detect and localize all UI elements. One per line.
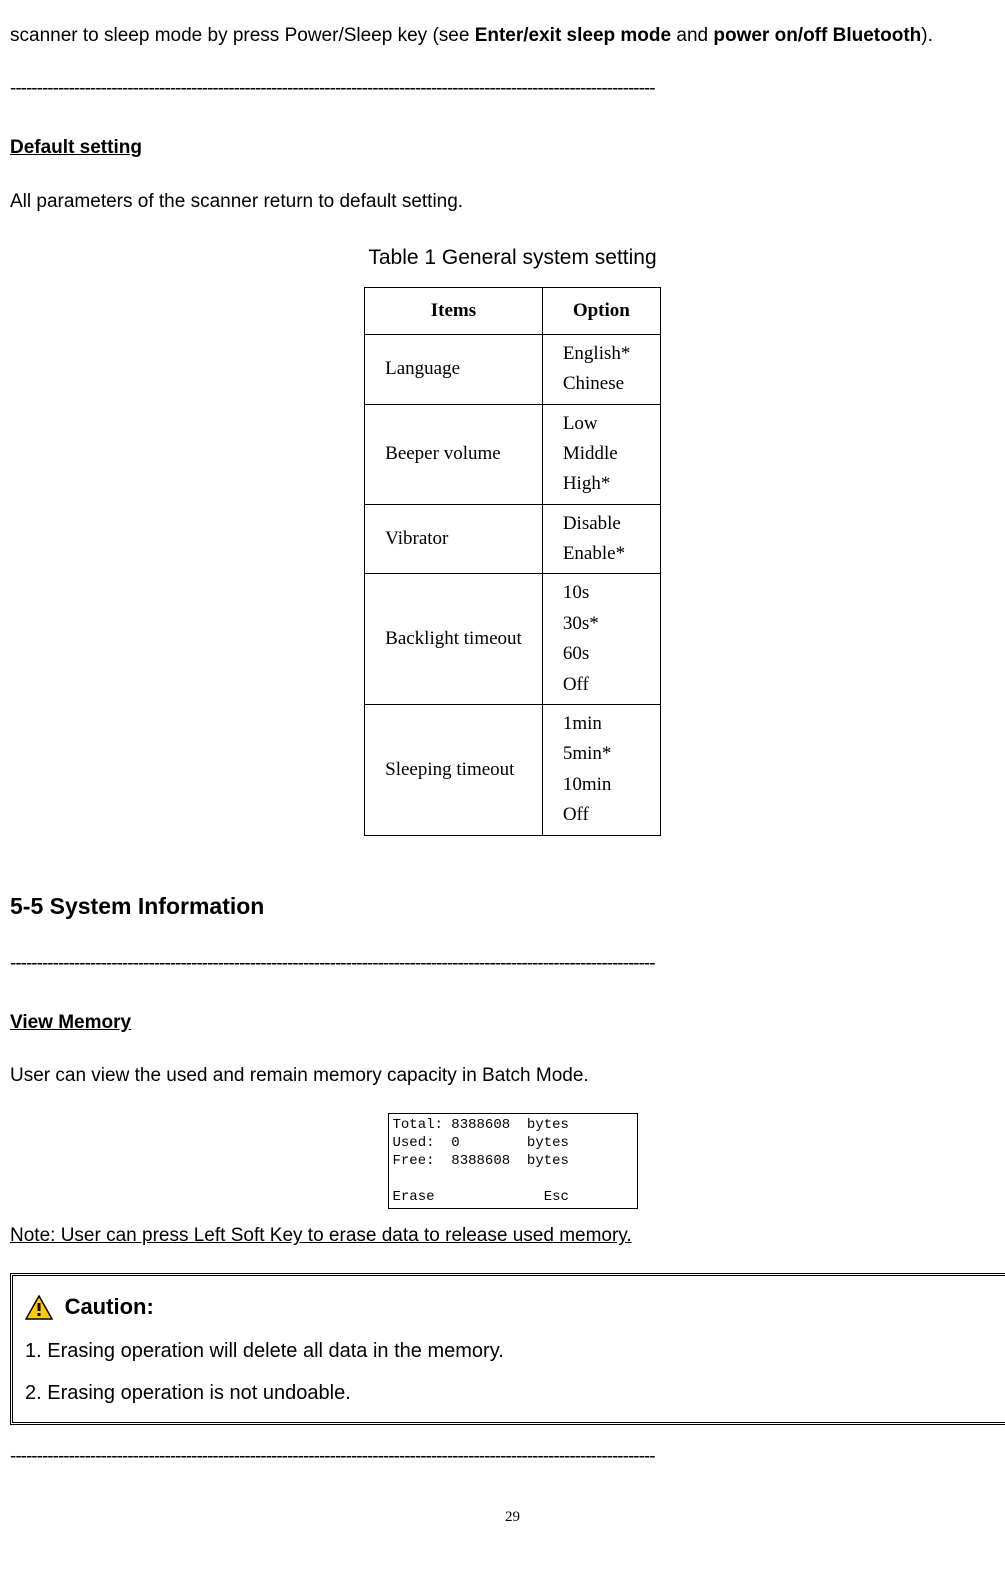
memory-actions: Erase Esc (393, 1189, 569, 1205)
table-item: Backlight timeout (365, 574, 543, 705)
table-option: 1min (563, 709, 640, 739)
table-options: Low Middle High* (542, 404, 660, 504)
table-item: Sleeping timeout (365, 705, 543, 836)
table-option: 30s* (563, 609, 640, 639)
table-option: Disable (563, 509, 640, 539)
table-option: 10s (563, 578, 640, 608)
table-header-option: Option (542, 287, 660, 334)
table-item: Vibrator (365, 504, 543, 574)
caution-title: Caution: (65, 1284, 154, 1330)
memory-free: Free: 8388608 bytes (393, 1153, 569, 1169)
table-item: Language (365, 334, 543, 404)
intro-bold-2: power on/off Bluetooth (713, 25, 921, 46)
table-option: Off (563, 670, 640, 700)
caution-box: Caution: 1. Erasing operation will delet… (10, 1273, 1005, 1425)
table-options: 1min 5min* 10min Off (542, 705, 660, 836)
table-option: Middle (563, 439, 640, 469)
table-option: English* (563, 339, 640, 369)
memory-used: Used: 0 bytes (393, 1135, 569, 1151)
table-caption: Table 1 General system setting (10, 239, 1005, 277)
intro-prefix: scanner to sleep mode by press Power/Sle… (10, 25, 475, 46)
table-item: Beeper volume (365, 404, 543, 504)
intro-suffix: ). (921, 25, 933, 46)
separator-1: ----------------------------------------… (10, 72, 1005, 106)
table-option: Enable* (563, 539, 640, 569)
table-options: English* Chinese (542, 334, 660, 404)
settings-table: Items Option Language English* Chinese B… (364, 287, 661, 836)
table-row: Vibrator Disable Enable* (365, 504, 661, 574)
view-memory-heading: View Memory (10, 1006, 1005, 1040)
table-row: Beeper volume Low Middle High* (365, 404, 661, 504)
table-row: Sleeping timeout 1min 5min* 10min Off (365, 705, 661, 836)
section-5-5-heading: 5-5 System Information (10, 886, 1005, 927)
view-memory-note: Note: User can press Left Soft Key to er… (10, 1219, 1005, 1253)
table-option: 10min (563, 770, 640, 800)
default-setting-desc: All parameters of the scanner return to … (10, 185, 1005, 219)
intro-bold-1: Enter/exit sleep mode (475, 25, 671, 46)
memory-display-box: Total: 8388608 bytes Used: 0 bytes Free:… (388, 1113, 638, 1210)
caution-header: Caution: (25, 1284, 1000, 1330)
table-option: Low (563, 409, 640, 439)
intro-paragraph: scanner to sleep mode by press Power/Sle… (10, 19, 1005, 53)
memory-total: Total: 8388608 bytes (393, 1117, 569, 1133)
caution-item-1: 1. Erasing operation will delete all dat… (25, 1330, 1000, 1372)
memory-blank (393, 1171, 401, 1187)
warning-icon (25, 1294, 53, 1320)
table-row: Backlight timeout 10s 30s* 60s Off (365, 574, 661, 705)
default-setting-heading: Default setting (10, 131, 1005, 165)
table-option: Chinese (563, 369, 640, 399)
table-options: 10s 30s* 60s Off (542, 574, 660, 705)
table-option: High* (563, 469, 640, 499)
table-option: 5min* (563, 739, 640, 769)
intro-mid: and (671, 25, 713, 46)
separator-3: ----------------------------------------… (10, 1440, 1005, 1474)
page-number: 29 (10, 1504, 1005, 1531)
separator-2: ----------------------------------------… (10, 947, 1005, 981)
view-memory-desc: User can view the used and remain memory… (10, 1059, 1005, 1093)
table-row: Language English* Chinese (365, 334, 661, 404)
caution-item-2: 2. Erasing operation is not undoable. (25, 1372, 1000, 1414)
table-options: Disable Enable* (542, 504, 660, 574)
table-option: Off (563, 800, 640, 830)
table-header-items: Items (365, 287, 543, 334)
table-option: 60s (563, 639, 640, 669)
